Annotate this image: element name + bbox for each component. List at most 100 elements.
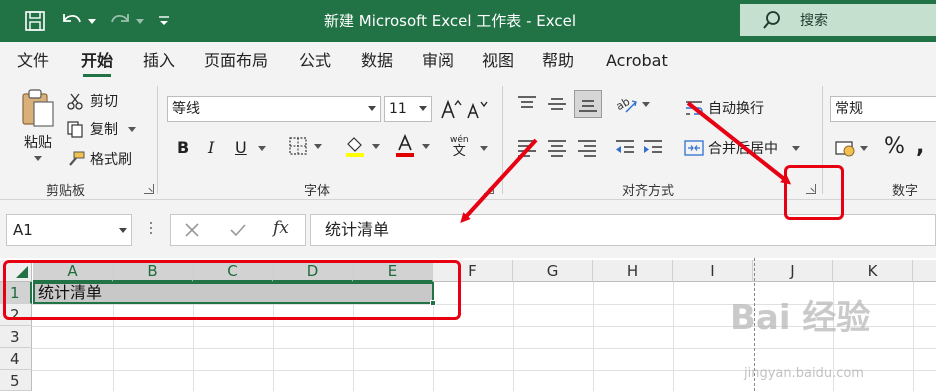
chevron-down-icon [128,126,136,132]
increase-indent-button[interactable] [642,138,664,158]
redo-button[interactable] [106,8,146,34]
phonetic-guide-button[interactable]: wén 文 [450,136,469,159]
bottom-align-button[interactable] [574,90,602,118]
wrap-text-button[interactable]: 自动换行 [684,98,764,118]
orientation-button[interactable]: ab [614,94,650,114]
paste-button[interactable]: 粘贴 [18,88,58,176]
cancel-button[interactable] [183,221,201,243]
align-left-icon [518,140,536,157]
tab-insert[interactable]: 插入 [143,42,175,80]
accounting-icon [835,141,855,157]
search-box[interactable]: 搜索 [740,4,936,36]
font-color-icon [396,134,414,157]
svg-text:ab: ab [614,95,632,113]
font-dialog-launcher[interactable] [484,184,494,194]
name-box[interactable]: A1 [6,214,132,246]
alignment-group-label: 对齐方式 [622,184,675,199]
row-header-5[interactable]: 5 [0,370,32,391]
cut-button[interactable]: 剪切 [66,90,118,112]
accounting-format-button[interactable] [834,138,868,158]
chevron-down-icon [314,143,322,149]
font-grow-icon [441,99,462,119]
undo-button[interactable] [58,8,98,34]
tab-help[interactable]: 帮助 [542,42,574,80]
chevron-down-icon [136,18,144,24]
chevron-down-icon [860,145,868,151]
italic-button[interactable]: I [208,138,214,157]
format-painter-label: 格式刷 [90,152,132,168]
formula-bar-grip[interactable] [150,222,152,238]
underline-button[interactable]: U [235,138,247,157]
tab-home[interactable]: 开始 [81,42,113,80]
row-header-3[interactable]: 3 [0,326,32,348]
paste-label: 粘贴 [24,135,52,151]
redo-icon [111,14,129,23]
column-header-j[interactable]: J [753,260,833,282]
align-center-icon [548,140,566,157]
annotation-box-merged-cell [3,260,461,320]
indent-icon [644,140,662,153]
customize-qat-button[interactable] [152,8,176,34]
column-header-g[interactable]: G [513,260,593,282]
column-header-k[interactable]: K [833,260,913,282]
comma-style-button[interactable]: , [916,134,924,159]
scissors-icon [67,93,83,110]
increase-font-size-button[interactable] [440,96,462,122]
font-name-value: 等线 [172,101,200,117]
row-gridline [32,348,936,349]
decrease-font-size-button[interactable] [466,96,488,122]
border-icon [289,137,307,155]
tab-formulas[interactable]: 公式 [299,42,331,80]
font-color-button[interactable] [394,134,430,158]
tab-data[interactable]: 数据 [361,42,393,80]
close-icon [185,223,199,237]
number-group-label: 数字 [892,184,919,199]
excel-window: 新建 Microsoft Excel 工作表 - Excel 搜索 文件 开始 … [0,0,936,391]
watermark-url: jingyan.baidu.com [744,366,864,381]
align-right-button[interactable] [576,138,598,158]
font-size-dropdown[interactable]: 11 [384,96,432,122]
font-name-dropdown[interactable]: 等线 [167,96,381,122]
copy-button[interactable]: 复制 [66,118,136,140]
insert-function-button[interactable]: fx [273,218,289,238]
tab-file[interactable]: 文件 [17,42,49,80]
save-button[interactable] [22,8,48,34]
align-left-button[interactable] [516,138,538,158]
format-painter-button[interactable]: 格式刷 [66,148,132,170]
clipboard-dialog-launcher[interactable] [144,184,154,194]
enter-button[interactable] [229,221,247,243]
merge-center-button[interactable]: 合并后居中 [684,138,800,158]
search-label: 搜索 [800,13,828,29]
tab-page-layout[interactable]: 页面布局 [204,42,268,80]
borders-button[interactable] [288,136,322,156]
middle-align-button[interactable] [546,94,568,114]
number-format-dropdown[interactable]: 常规 [830,96,936,122]
tab-review[interactable]: 审阅 [422,42,454,80]
fill-color-button[interactable] [344,134,380,158]
chevron-down-icon [792,145,800,151]
outdent-icon [616,140,634,153]
column-gridline [673,282,674,391]
column-header-l[interactable] [913,260,936,282]
name-box-value: A1 [13,221,33,239]
decrease-indent-button[interactable] [614,138,636,158]
align-center-button[interactable] [546,138,568,158]
top-align-button[interactable] [516,94,538,114]
paintbrush-icon [69,151,85,166]
paste-icon [22,89,54,127]
column-header-i[interactable]: I [673,260,753,282]
percent-style-button[interactable]: % [884,134,905,159]
formula-input[interactable]: 统计清单 [310,214,936,246]
row-header-4[interactable]: 4 [0,348,32,370]
column-gridline [913,282,914,391]
align-bottom-icon [579,100,597,112]
tab-view[interactable]: 视图 [482,42,514,80]
wrap-text-label: 自动换行 [708,101,764,117]
merge-center-icon [684,140,704,156]
column-gridline [513,282,514,391]
tab-acrobat[interactable]: Acrobat [606,42,668,80]
bold-button[interactable]: B [177,138,189,157]
column-header-h[interactable]: H [593,260,673,282]
copy-icon [67,121,83,138]
window-title: 新建 Microsoft Excel 工作表 - Excel [324,12,576,30]
